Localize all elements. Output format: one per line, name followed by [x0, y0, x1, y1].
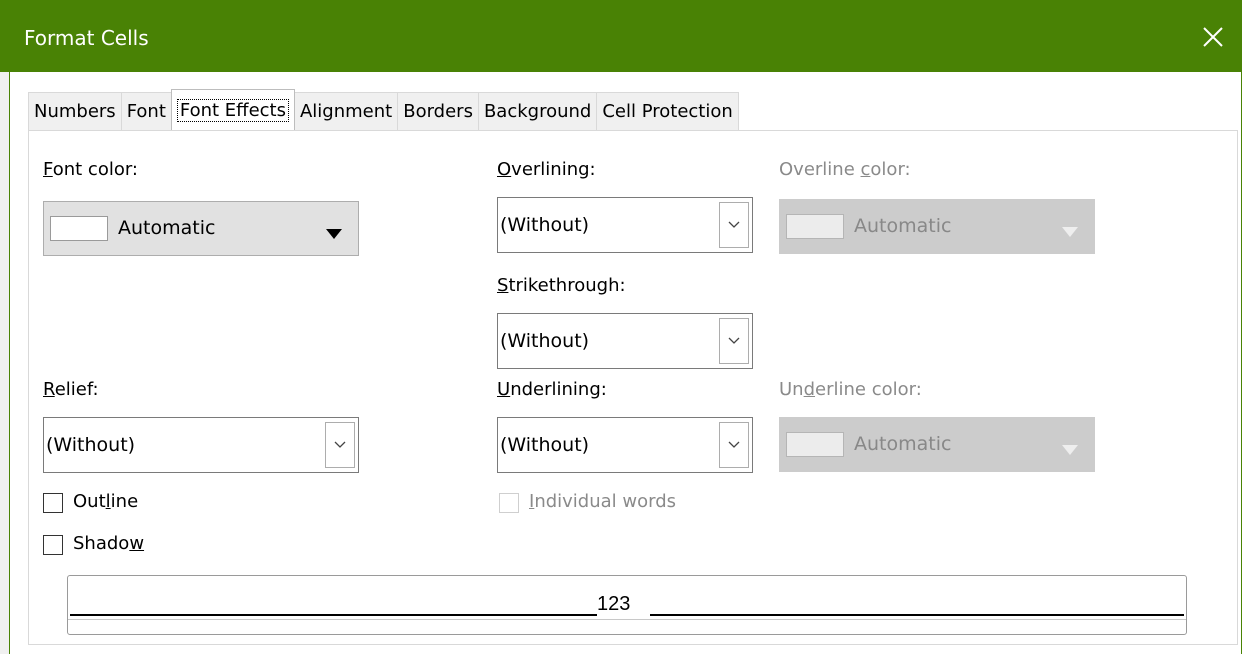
overlining-value: (Without): [500, 214, 590, 236]
label-text: ont color:: [52, 159, 138, 180]
tab-label: Numbers: [34, 101, 116, 122]
underline-color-label: Underline color:: [779, 379, 922, 400]
triangle-down-icon: [326, 224, 342, 243]
label-text: Un: [779, 379, 804, 400]
outline-checkbox[interactable]: [43, 493, 63, 513]
overline-color-value: Automatic: [854, 215, 952, 237]
preview-baseline: [68, 619, 1186, 620]
tab-label: Cell Protection: [602, 101, 733, 122]
label-text: ndividual words: [534, 491, 677, 512]
color-swatch: [786, 432, 844, 457]
label-text: ine: [110, 491, 139, 512]
underline-color-value: Automatic: [854, 433, 952, 455]
relief-value: (Without): [46, 434, 136, 456]
window-frame-left: [0, 72, 9, 654]
triangle-down-icon: [1062, 222, 1078, 241]
font-color-label: Font color:: [43, 159, 138, 180]
tab-bar: Numbers Font Font Effects Alignment Bord…: [28, 89, 739, 132]
mnemonic: U: [497, 379, 511, 400]
label-text: elief:: [54, 379, 99, 400]
triangle-down-icon: [1062, 440, 1078, 459]
individual-words-label: Individual words: [529, 491, 676, 512]
preview-box: 123: [67, 575, 1187, 635]
chevron-down-icon[interactable]: [325, 422, 355, 468]
window-border-left: [9, 72, 10, 654]
chevron-down-icon[interactable]: [719, 318, 749, 364]
underlining-label: Underlining:: [497, 379, 607, 400]
overline-color-label: Overline color:: [779, 159, 911, 180]
overline-color-button: Automatic: [779, 199, 1095, 254]
label-text: verlining:: [511, 159, 596, 180]
overlining-select[interactable]: (Without): [497, 197, 753, 253]
label-text: Shado: [73, 533, 130, 554]
label-text: erline color:: [815, 379, 922, 400]
individual-words-checkbox: [499, 493, 519, 513]
tab-font[interactable]: Font: [120, 92, 172, 130]
chevron-down-icon[interactable]: [719, 202, 749, 248]
shadow-checkbox[interactable]: [43, 535, 63, 555]
tab-label: Font: [126, 101, 166, 122]
title-bar: Format Cells: [0, 0, 1242, 72]
font-color-value: Automatic: [118, 217, 216, 239]
mnemonic: S: [497, 275, 509, 296]
label-text: nderlining:: [510, 379, 607, 400]
window-title: Format Cells: [24, 26, 149, 50]
close-icon[interactable]: [1196, 20, 1230, 54]
strikethrough-select[interactable]: (Without): [497, 313, 753, 369]
label-text: Out: [73, 491, 106, 512]
preview-text: 123: [597, 593, 631, 615]
mnemonic: O: [497, 159, 512, 180]
tab-label: Background: [483, 101, 592, 122]
tab-numbers[interactable]: Numbers: [28, 92, 122, 130]
label-text: trikethrough:: [508, 275, 626, 296]
tab-borders[interactable]: Borders: [397, 92, 479, 130]
preview-line-left: [70, 614, 597, 616]
font-color-button[interactable]: Automatic: [43, 201, 359, 256]
mnemonic: R: [43, 379, 55, 400]
font-effects-panel: Font color: Automatic Overlining: (Witho…: [28, 130, 1238, 645]
mnemonic: c: [860, 159, 871, 180]
underlining-select[interactable]: (Without): [497, 417, 753, 473]
relief-label: Relief:: [43, 379, 99, 400]
tab-background[interactable]: Background: [477, 92, 598, 130]
label-text: olor:: [870, 159, 911, 180]
tab-label: Alignment: [299, 101, 393, 122]
overlining-label: Overlining:: [497, 159, 596, 180]
shadow-label[interactable]: Shadow: [73, 533, 144, 554]
preview-line-right: [650, 614, 1184, 616]
chevron-down-icon[interactable]: [719, 422, 749, 468]
mnemonic: w: [129, 533, 145, 554]
mnemonic: F: [43, 159, 53, 180]
underline-color-button: Automatic: [779, 417, 1095, 472]
strikethrough-label: Strikethrough:: [497, 275, 626, 296]
relief-select[interactable]: (Without): [43, 417, 359, 473]
tab-cell-protection[interactable]: Cell Protection: [596, 92, 739, 130]
label-text: Overline: [779, 159, 861, 180]
strikethrough-value: (Without): [500, 330, 590, 352]
tab-label: Font Effects: [176, 98, 289, 122]
tab-label: Borders: [403, 101, 473, 122]
color-swatch: [50, 216, 108, 241]
underlining-value: (Without): [500, 434, 590, 456]
tab-alignment[interactable]: Alignment: [293, 92, 399, 130]
mnemonic: d: [803, 379, 816, 400]
tab-font-effects[interactable]: Font Effects: [170, 89, 295, 130]
color-swatch: [786, 214, 844, 239]
outline-label[interactable]: Outline: [73, 491, 138, 512]
